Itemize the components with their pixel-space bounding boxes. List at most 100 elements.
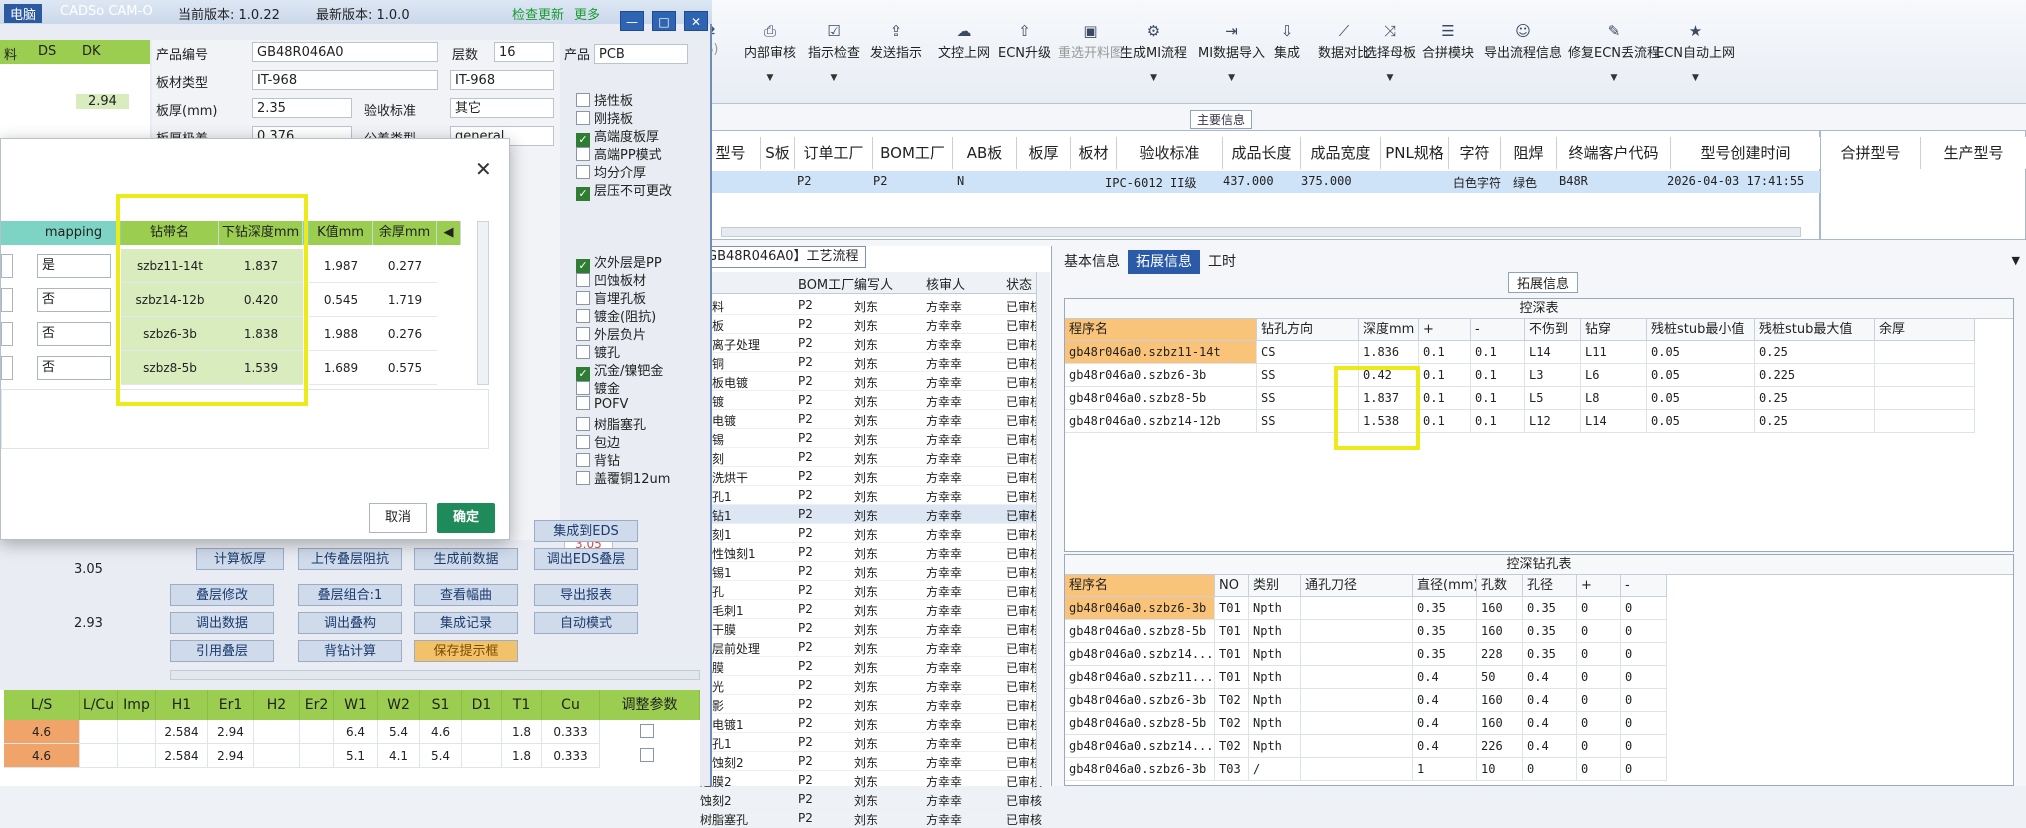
toolbar-button-4[interactable]: ☁ 文控上网 [938,22,990,61]
chevron-down-icon[interactable]: ▼ [808,73,860,83]
stack-button-5[interactable]: 叠层组合:1 [298,584,402,606]
process-row[interactable]: 钻孔1 P2 刘东 方幸幸 已审核 [700,486,1042,505]
hole-cell[interactable]: T03 [1215,758,1249,781]
hole-cell[interactable]: gb48r046a0.szbz6-3b [1065,597,1215,620]
unchecked-icon[interactable] [576,147,590,161]
depth-cell[interactable]: 0.1 [1419,387,1471,410]
depth-cell[interactable]: 0.1 [1419,341,1471,364]
process-row[interactable]: 显影 P2 刘东 方幸幸 已审核 [700,695,1042,714]
imp-cell[interactable] [80,720,118,744]
layers-field[interactable]: 16 [494,42,554,62]
hole-cell[interactable]: T01 [1215,643,1249,666]
imp-cell[interactable]: 2.94 [208,744,254,768]
process-row[interactable]: 开料 P2 刘东 方幸幸 已审核 [700,296,1042,315]
imp-cell[interactable] [462,744,502,768]
scroll-left-icon[interactable]: ◀ [437,221,461,245]
hole-cell[interactable]: T01 [1215,666,1249,689]
hole-cell[interactable]: 0 [1621,666,1667,689]
hole-cell[interactable]: T01 [1215,597,1249,620]
hole-cell[interactable] [1301,689,1413,712]
process-row[interactable]: 沉铜 P2 刘东 方幸幸 已审核 [700,353,1042,372]
minimize-button[interactable]: — [620,11,644,31]
hole-cell[interactable]: 0 [1621,712,1667,735]
imp-cell[interactable]: 0.333 [542,720,600,744]
process-row[interactable]: 烘板 P2 刘东 方幸幸 已审核 [700,315,1042,334]
hole-cell[interactable]: Npth [1249,643,1301,666]
imp-cell[interactable]: 0.333 [542,744,600,768]
process-row[interactable]: 退膜2 P2 刘东 方幸幸 已审核 [700,771,1042,790]
depth-cell[interactable]: L11 [1581,341,1647,364]
left-horizontal-scrollbar[interactable] [170,670,700,680]
depth-cell[interactable]: CS [1257,341,1359,364]
process-row[interactable]: 图电镀1 P2 刘东 方幸幸 已审核 [700,714,1042,733]
hole-cell[interactable]: gb48r046a0.szbz8-5b [1065,620,1215,643]
checkbox-17[interactable]: 背钻 [576,450,620,469]
chevron-down-icon[interactable]: ▼ [1364,73,1416,83]
hole-cell[interactable] [1301,758,1413,781]
stack-button-7[interactable]: 导出报表 [534,584,638,606]
process-row[interactable]: 退锡 P2 刘东 方幸幸 已审核 [700,429,1042,448]
hole-cell[interactable]: Npth [1249,597,1301,620]
process-row[interactable]: 外层前处理 P2 刘东 方幸幸 已审核 [700,638,1042,657]
hole-cell[interactable]: 0 [1577,689,1621,712]
process-row[interactable]: 蚀刻1 P2 刘东 方幸幸 已审核 [700,524,1042,543]
hole-cell[interactable]: Npth [1249,666,1301,689]
unchecked-icon[interactable] [576,435,590,449]
depth-cell[interactable] [1875,387,1975,410]
depth-cell[interactable]: 0.1 [1471,364,1525,387]
stack-button-11[interactable]: 自动模式 [534,612,638,634]
process-row[interactable]: 贴膜 P2 刘东 方幸幸 已审核 [700,657,1042,676]
stack-button-3[interactable]: 调出EDS叠层 [534,548,638,570]
imp-cell[interactable] [254,720,300,744]
mapping-select[interactable]: 是 [37,254,111,278]
imp-cell[interactable]: 5.1 [334,744,378,768]
imp-cell[interactable]: 5.4 [378,720,420,744]
depth-cell[interactable]: L5 [1525,387,1581,410]
checkbox-18[interactable]: 盖覆铜12um [576,468,670,487]
hole-cell[interactable]: gb48r046a0.szbz14... [1065,643,1215,666]
imp-cell[interactable] [300,720,334,744]
hole-cell[interactable]: 0.35 [1523,643,1577,666]
tab-work-hours[interactable]: 工时 [1200,250,1244,274]
process-row[interactable]: 钻孔 P2 刘东 方幸幸 已审核 [700,581,1042,600]
hole-cell[interactable]: 226 [1477,735,1523,758]
hole-cell[interactable]: 50 [1477,666,1523,689]
unchecked-icon[interactable] [576,111,590,125]
checkbox-16[interactable]: 包边 [576,432,620,451]
process-row[interactable]: 板镀 P2 刘东 方幸幸 已审核 [700,391,1042,410]
depth-cell[interactable]: 0.1 [1419,410,1471,433]
process-row[interactable]: 去毛刺1 P2 刘东 方幸幸 已审核 [700,600,1042,619]
checkbox-14[interactable]: POFV [576,396,628,412]
hole-cell[interactable]: T02 [1215,712,1249,735]
hole-cell[interactable]: 0 [1621,758,1667,781]
imp-cell[interactable]: 4.6 [4,744,80,768]
process-row[interactable]: 蚀刻2 P2 刘东 方幸幸 已审核 [700,790,1042,809]
imp-cell[interactable]: 1.8 [502,720,542,744]
imp-cell[interactable] [462,720,502,744]
depth-cell[interactable]: 0.1 [1419,364,1471,387]
checkbox-3[interactable]: 高端PP模式 [576,144,662,163]
hole-cell[interactable]: 0.35 [1413,620,1477,643]
hole-cell[interactable]: Npth [1249,620,1301,643]
stack-button-8[interactable]: 调出数据 [170,612,274,634]
collapse-arrow-icon[interactable]: ▼ [2012,254,2020,267]
checkbox-10[interactable]: 外层负片 [576,324,646,343]
imp-cell[interactable]: 1.8 [502,744,542,768]
depth-cell[interactable]: 0.1 [1471,341,1525,364]
hole-cell[interactable]: 0 [1621,643,1667,666]
hole-cell[interactable]: T02 [1215,735,1249,758]
hole-cell[interactable]: 10 [1477,758,1523,781]
mapping-select[interactable]: 否 [37,356,111,380]
hole-cell[interactable]: 0.4 [1523,689,1577,712]
checkbox-9[interactable]: 镀金(阻抗) [576,306,656,325]
hole-cell[interactable]: gb48r046a0.szbz14... [1065,735,1215,758]
process-row[interactable]: 全板电镀 P2 刘东 方幸幸 已审核 [700,372,1042,391]
depth-cell[interactable]: 0.25 [1755,387,1875,410]
stack-button-9[interactable]: 调出叠构 [298,612,402,634]
imp-cell[interactable]: 5.4 [420,744,462,768]
depth-cell[interactable]: 0.25 [1755,341,1875,364]
hole-cell[interactable]: 0 [1577,666,1621,689]
hole-cell[interactable]: 0.35 [1413,643,1477,666]
toolbar-button-7[interactable]: ⚙ 生成MI流程 ▼ [1120,22,1187,83]
product-no-field[interactable]: GB48R046A0 [252,42,438,62]
